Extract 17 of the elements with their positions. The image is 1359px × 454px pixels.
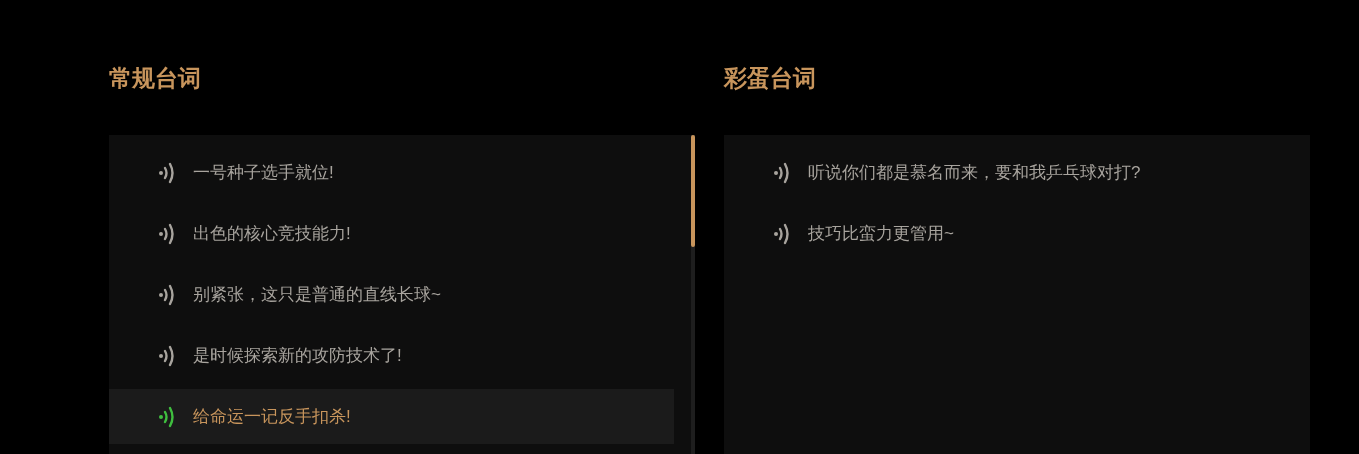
voice-line-item[interactable]: 一号种子选手就位! xyxy=(109,145,674,200)
section-title: 常规台词 xyxy=(109,64,202,93)
sound-wave-icon xyxy=(158,221,176,246)
sound-wave-icon xyxy=(158,160,176,185)
voice-line-item[interactable]: 技巧比蛮力更管用~ xyxy=(724,206,1289,261)
sound-wave-icon xyxy=(773,221,791,246)
sound-wave-icon xyxy=(158,282,176,307)
voice-line-item[interactable]: 是时候探索新的攻防技术了! xyxy=(109,328,674,383)
voice-line-item[interactable]: 别紧张，这只是普通的直线长球~ xyxy=(109,267,674,322)
sound-wave-icon xyxy=(158,343,176,368)
section-title: 彩蛋台词 xyxy=(724,64,817,93)
sound-wave-icon xyxy=(773,160,791,185)
voice-line-item[interactable]: 出色的核心竞技能力! xyxy=(109,206,674,261)
sound-wave-icon xyxy=(158,404,176,429)
scrollbar-thumb[interactable] xyxy=(691,135,695,247)
voice-line-item[interactable]: 给命运一记反手扣杀! xyxy=(109,389,674,444)
voice-line-item[interactable]: 听说你们都是慕名而来，要和我乒乓球对打? xyxy=(724,145,1289,200)
